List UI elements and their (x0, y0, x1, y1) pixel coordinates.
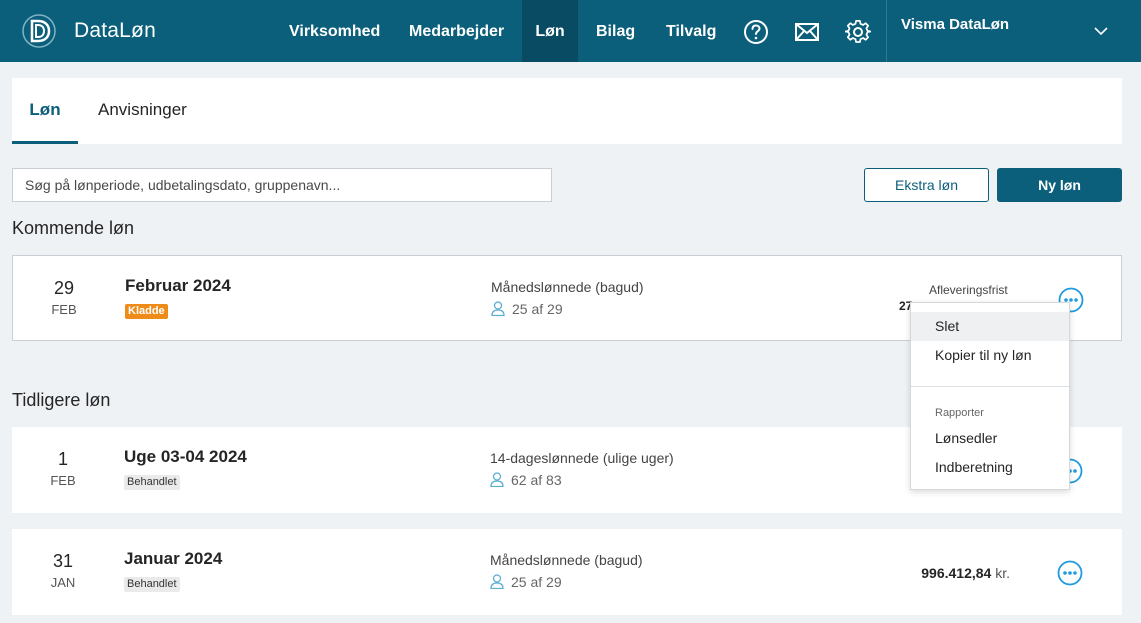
section-title-previous: Tidligere løn (12, 390, 111, 410)
person-icon (490, 472, 504, 487)
status-badge: Kladde (125, 304, 168, 319)
menu-item-reporting[interactable]: Indberetning (911, 453, 1069, 482)
employee-count-text: 25 af 29 (512, 301, 563, 317)
employee-count-text: 25 af 29 (511, 574, 562, 590)
status-badge: Behandlet (124, 577, 180, 592)
menu-divider (911, 386, 1069, 387)
tab-lon[interactable]: Løn (12, 78, 78, 144)
search-input[interactable] (12, 168, 552, 202)
page-tabs: Løn Anvisninger (12, 78, 1122, 144)
employee-count-text: 62 af 83 (511, 472, 562, 488)
menu-heading-reports: Rapporter (935, 407, 984, 419)
payroll-title: Februar 2024 (125, 276, 231, 295)
amount-value: 996.412,84 (921, 565, 992, 581)
nav-medarbejder[interactable]: Medarbejder (393, 0, 520, 62)
payroll-title: Januar 2024 (124, 549, 223, 568)
menu-item-copy-to-new[interactable]: Kopier til ny løn (911, 341, 1069, 370)
chevron-down-icon[interactable] (1094, 27, 1108, 36)
payroll-day: 29 (53, 278, 75, 298)
status-badge: Behandlet (124, 475, 180, 490)
payroll-month: FEB (50, 473, 76, 488)
payroll-title: Uge 03-04 2024 (124, 447, 247, 466)
amount-currency: kr. (995, 565, 1010, 581)
deadline-label: Afleveringsfrist (929, 283, 1008, 297)
datalon-logo-icon[interactable] (22, 13, 56, 49)
nav-lon[interactable]: Løn (522, 0, 578, 62)
payroll-day: 31 (52, 551, 74, 571)
employee-count: 25 af 29 (490, 574, 562, 590)
extra-payroll-button[interactable]: Ekstra løn (864, 168, 989, 202)
gear-icon[interactable] (845, 19, 871, 45)
payroll-context-menu: Slet Kopier til ny løn Rapporter Lønsedl… (910, 302, 1070, 490)
tab-anvisninger[interactable]: Anvisninger (98, 78, 187, 144)
help-icon[interactable] (743, 19, 769, 45)
section-title-upcoming: Kommende løn (12, 218, 135, 238)
company-name[interactable]: Visma DataLøn (901, 16, 1009, 33)
menu-item-payslips[interactable]: Lønsedler (911, 424, 1069, 453)
employee-count: 25 af 29 (491, 301, 563, 317)
person-icon (491, 301, 505, 316)
brand-name: DataLøn (74, 19, 156, 42)
payroll-card[interactable]: 31 JAN Januar 2024 Behandlet Månedslønne… (12, 529, 1122, 615)
nav-bilag[interactable]: Bilag (580, 0, 651, 62)
payroll-month: FEB (51, 302, 77, 317)
nav-tilvalg[interactable]: Tilvalg (650, 0, 732, 62)
payroll-group: Månedslønnede (bagud) (491, 279, 644, 295)
payroll-group: 14-dageslønnede (ulige uger) (490, 450, 674, 466)
more-options-icon[interactable] (1057, 560, 1083, 586)
employee-count: 62 af 83 (490, 472, 562, 488)
nav-virksomhed[interactable]: Virksomhed (273, 0, 396, 62)
payroll-month: JAN (50, 575, 76, 590)
person-icon (490, 574, 504, 589)
payroll-amount: 996.412,84 kr. (921, 565, 1010, 581)
menu-item-delete[interactable]: Slet (911, 312, 1069, 341)
payroll-group: Månedslønnede (bagud) (490, 552, 643, 568)
mail-icon[interactable] (794, 19, 820, 45)
top-navigation-bar: DataLøn Virksomhed Medarbejder Løn Bilag… (0, 0, 1141, 62)
new-payroll-button[interactable]: Ny løn (997, 168, 1122, 202)
topbar-divider (886, 0, 887, 62)
payroll-day: 1 (57, 449, 68, 469)
